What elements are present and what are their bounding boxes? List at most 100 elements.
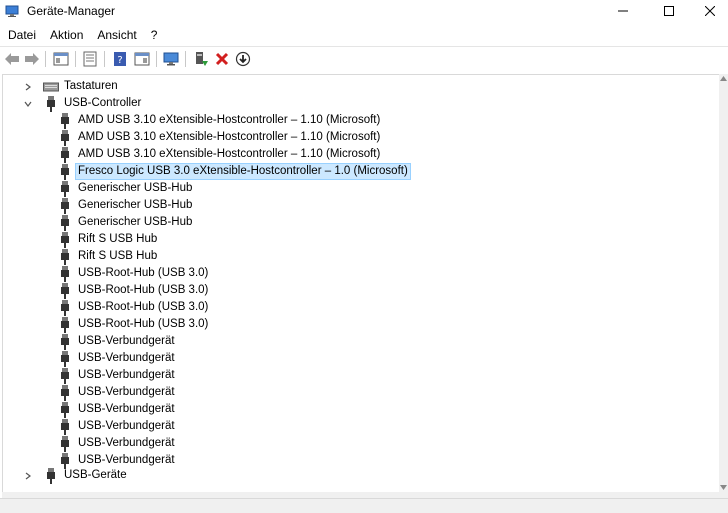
tree-item-label: Fresco Logic USB 3.0 eXtensible-Hostcont… bbox=[75, 163, 411, 180]
tree-item-usb-device[interactable]: USB-Verbundgerät bbox=[57, 333, 178, 350]
tree-item-label: Generischer USB-Hub bbox=[78, 182, 193, 194]
tree-item-usb-device-selected[interactable]: Fresco Logic USB 3.0 eXtensible-Hostcont… bbox=[57, 163, 411, 180]
tree-node-tastaturen[interactable]: Tastaturen bbox=[25, 78, 121, 95]
tree-item-label: USB-Verbundgerät bbox=[78, 335, 175, 347]
tree-item-label: USB-Verbundgerät bbox=[78, 369, 175, 381]
properties-icon[interactable] bbox=[82, 51, 98, 67]
help-icon[interactable]: ? bbox=[112, 51, 128, 67]
keyboard-icon bbox=[43, 79, 59, 95]
usb-plug-icon bbox=[57, 418, 73, 435]
usb-plug-icon bbox=[57, 401, 73, 418]
tree-item-label: USB-Root-Hub (USB 3.0) bbox=[78, 301, 209, 313]
tree-item-label: Generischer USB-Hub bbox=[78, 216, 193, 228]
back-arrow-icon[interactable] bbox=[4, 51, 20, 67]
forward-arrow-icon[interactable] bbox=[24, 51, 40, 67]
usb-plug-icon bbox=[43, 95, 59, 112]
uninstall-device-icon[interactable] bbox=[214, 51, 230, 67]
usb-plug-icon bbox=[57, 197, 73, 214]
tree-item-label: USB-Root-Hub (USB 3.0) bbox=[78, 318, 209, 330]
close-button[interactable] bbox=[692, 0, 728, 22]
maximize-button[interactable] bbox=[646, 0, 692, 22]
usb-plug-icon bbox=[57, 163, 73, 180]
tree-item-usb-device[interactable]: USB-Root-Hub (USB 3.0) bbox=[57, 299, 211, 316]
usb-plug-icon bbox=[57, 129, 73, 146]
tree-item-label: Rift S USB Hub bbox=[78, 233, 158, 245]
tree-item-label: USB-Verbundgerät bbox=[78, 437, 175, 449]
scroll-down-icon[interactable] bbox=[719, 483, 728, 492]
tree-node-label: Tastaturen bbox=[64, 80, 118, 92]
menu-datei[interactable]: Datei bbox=[0, 26, 43, 44]
toolbar: ? bbox=[0, 46, 728, 71]
tree-item-usb-device[interactable]: Generischer USB-Hub bbox=[57, 180, 195, 197]
tree-node-label: USB-Geräte bbox=[64, 469, 127, 481]
usb-plug-icon bbox=[57, 333, 73, 350]
usb-plug-icon bbox=[57, 214, 73, 231]
chevron-right-icon[interactable] bbox=[23, 82, 33, 92]
usb-plug-icon bbox=[57, 316, 73, 333]
tree-item-usb-device[interactable]: USB-Verbundgerät bbox=[57, 435, 178, 452]
usb-plug-icon bbox=[43, 467, 59, 484]
monitor-icon[interactable] bbox=[163, 51, 179, 67]
menu-aktion[interactable]: Aktion bbox=[43, 26, 90, 44]
tree-item-label: USB-Verbundgerät bbox=[78, 403, 175, 415]
svg-text:?: ? bbox=[117, 55, 122, 66]
usb-plug-icon bbox=[57, 112, 73, 129]
tree-item-usb-device[interactable]: USB-Root-Hub (USB 3.0) bbox=[57, 265, 211, 282]
tree-item-label: AMD USB 3.10 eXtensible-Hostcontroller –… bbox=[78, 148, 381, 160]
tree-item-usb-device[interactable]: AMD USB 3.10 eXtensible-Hostcontroller –… bbox=[57, 129, 383, 146]
tree-node-usb-geraete[interactable]: USB-Geräte bbox=[25, 467, 130, 484]
tree-item-usb-device[interactable]: USB-Root-Hub (USB 3.0) bbox=[57, 282, 211, 299]
menu-ansicht[interactable]: Ansicht bbox=[90, 26, 143, 44]
tree-item-usb-device[interactable]: USB-Verbundgerät bbox=[57, 384, 178, 401]
tree-item-usb-device[interactable]: Rift S USB Hub bbox=[57, 248, 160, 265]
device-tree[interactable]: Tastaturen USB-Controller AMD USB 3.10 e… bbox=[2, 74, 720, 493]
tree-item-usb-device[interactable]: Generischer USB-Hub bbox=[57, 214, 195, 231]
usb-plug-icon bbox=[57, 367, 73, 384]
chevron-down-icon[interactable] bbox=[23, 99, 33, 109]
tree-item-label: AMD USB 3.10 eXtensible-Hostcontroller –… bbox=[78, 131, 381, 143]
tree-node-label: USB-Controller bbox=[64, 97, 142, 109]
tree-item-usb-device[interactable]: USB-Verbundgerät bbox=[57, 401, 178, 418]
tree-item-usb-device[interactable]: AMD USB 3.10 eXtensible-Hostcontroller –… bbox=[57, 146, 383, 163]
usb-plug-icon bbox=[57, 350, 73, 367]
tree-item-label: USB-Verbundgerät bbox=[78, 352, 175, 364]
download-icon[interactable] bbox=[235, 51, 251, 67]
tree-node-usb-controller[interactable]: USB-Controller bbox=[23, 95, 144, 112]
usb-plug-icon bbox=[57, 435, 73, 452]
tree-item-label: USB-Root-Hub (USB 3.0) bbox=[78, 284, 209, 296]
tree-item-usb-device[interactable]: USB-Verbundgerät bbox=[57, 350, 178, 367]
tree-item-usb-device[interactable]: AMD USB 3.10 eXtensible-Hostcontroller –… bbox=[57, 112, 383, 129]
menu-bar: Datei Aktion Ansicht ? bbox=[0, 26, 728, 44]
action-pane-icon[interactable] bbox=[134, 51, 150, 67]
usb-plug-icon bbox=[57, 231, 73, 248]
tree-item-usb-device[interactable]: Rift S USB Hub bbox=[57, 231, 160, 248]
tree-item-label: AMD USB 3.10 eXtensible-Hostcontroller –… bbox=[78, 114, 381, 126]
tree-item-label: USB-Verbundgerät bbox=[78, 386, 175, 398]
chevron-right-icon[interactable] bbox=[23, 471, 33, 481]
tree-item-label: Rift S USB Hub bbox=[78, 250, 158, 262]
usb-plug-icon bbox=[57, 265, 73, 282]
tree-item-label: Generischer USB-Hub bbox=[78, 199, 193, 211]
status-bar bbox=[0, 498, 728, 513]
console-tree-icon[interactable] bbox=[53, 51, 69, 67]
vertical-scrollbar[interactable] bbox=[719, 74, 728, 492]
tree-item-usb-device[interactable]: Generischer USB-Hub bbox=[57, 197, 195, 214]
tree-item-usb-device[interactable]: USB-Verbundgerät bbox=[57, 367, 178, 384]
usb-plug-icon bbox=[57, 180, 73, 197]
menu-help[interactable]: ? bbox=[144, 26, 165, 44]
tree-item-usb-device[interactable]: USB-Root-Hub (USB 3.0) bbox=[57, 316, 211, 333]
usb-plug-icon bbox=[57, 248, 73, 265]
scroll-up-icon[interactable] bbox=[719, 74, 728, 83]
usb-plug-icon bbox=[57, 384, 73, 401]
usb-plug-icon bbox=[57, 299, 73, 316]
usb-plug-icon bbox=[57, 146, 73, 163]
usb-plug-icon bbox=[57, 282, 73, 299]
update-driver-icon[interactable] bbox=[193, 51, 209, 67]
tree-item-usb-device[interactable]: USB-Verbundgerät bbox=[57, 418, 178, 435]
window-title: Geräte-Manager bbox=[27, 4, 116, 18]
device-manager-icon bbox=[5, 4, 19, 18]
tree-item-label: USB-Verbundgerät bbox=[78, 454, 175, 466]
tree-item-label: USB-Root-Hub (USB 3.0) bbox=[78, 267, 209, 279]
minimize-button[interactable] bbox=[600, 0, 646, 22]
tree-item-label: USB-Verbundgerät bbox=[78, 420, 175, 432]
